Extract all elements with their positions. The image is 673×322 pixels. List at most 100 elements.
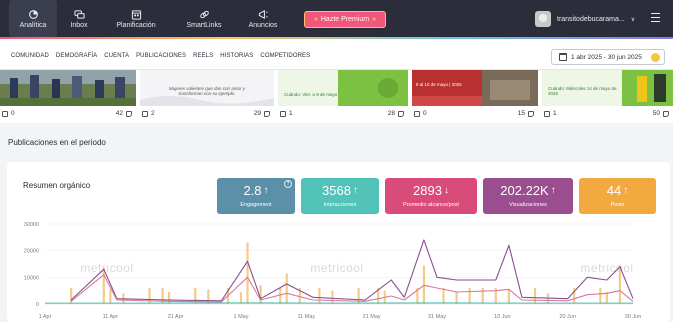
nav-item-inbox[interactable]: Inbox — [58, 0, 100, 37]
nav-label: Inbox — [70, 22, 88, 29]
post-likes: 50 — [652, 110, 660, 117]
post-comments: 1 — [553, 110, 557, 117]
comment-icon — [2, 110, 8, 117]
post-comments: 0 — [11, 110, 15, 117]
x-tick-label: 11 May — [298, 314, 316, 320]
organic-summary-chart: 0 10000 20000 30000 1 Apr 11 Apr 21 Apr 1 May 11… — [24, 222, 642, 320]
section-tabs: COMUNIDAD DEMOGRAFÍA CUENTA PUBLICACIONES RE… — [11, 53, 310, 59]
double-chevron-icon: » — [313, 16, 318, 23]
premium-label: Hazte Premium — [320, 16, 370, 23]
premium-button[interactable]: » Hazte Premium » — [304, 11, 386, 28]
y-tick-label: 30000 — [24, 222, 39, 228]
post-comments: 0 — [423, 110, 427, 117]
post-caption: Cuándo: Vier. a 9 de mayo — [284, 92, 338, 97]
tab-cuenta[interactable]: CUENTA — [104, 53, 129, 59]
chart-bar — [599, 288, 602, 304]
tab-publicaciones[interactable]: PUBLICACIONES — [136, 53, 186, 59]
chart-bar — [507, 289, 510, 304]
comment-icon — [544, 110, 550, 117]
organic-summary-card: Resumen orgánico 2.8 ↑ Engagement ? 3568 ↑… — [7, 162, 670, 322]
analytics-page: Analítica Inbox Planificación SmartLinks… — [0, 0, 673, 322]
double-chevron-icon: » — [372, 16, 377, 23]
post-thumbnail: Cuándo: Miércoles 14 de mayo de 2025 — [542, 70, 673, 106]
tab-demografia[interactable]: DEMOGRAFÍA — [56, 53, 97, 59]
avatar — [535, 11, 551, 27]
calendar-icon — [131, 8, 142, 20]
hamburger-menu-icon[interactable] — [651, 13, 660, 22]
account-switcher[interactable]: transitodebucarama... ∨ — [535, 11, 635, 27]
post-thumbnail — [0, 70, 136, 106]
x-tick-label: 30 Jun — [625, 314, 642, 320]
chevron-down-icon: ∨ — [630, 16, 636, 23]
chart-bar — [109, 289, 112, 304]
chart-bar — [102, 268, 105, 304]
chart-bar — [481, 288, 484, 304]
megaphone-icon — [258, 8, 269, 20]
posts-strip: 0 42 Mujeres valientes que dan con amor … — [0, 70, 673, 123]
like-icon — [663, 110, 669, 117]
post-card[interactable]: Cuándo: Miércoles 14 de mayo de 2025 1 5… — [542, 70, 673, 123]
chart-bar — [239, 292, 243, 304]
x-tick-label: 10 Jun — [494, 314, 511, 320]
nav-item-ads[interactable]: Anuncios — [237, 0, 289, 37]
nav-item-analytics[interactable]: Analítica — [9, 0, 57, 37]
comment-icon — [414, 110, 420, 117]
date-range-label: 1 abr 2025 - 30 jun 2025 — [571, 53, 642, 61]
chart-bar — [468, 288, 471, 304]
chart-bar — [70, 288, 73, 304]
watermark-text: metricool — [310, 261, 363, 275]
watermark-text: metricool — [80, 261, 133, 275]
nav-item-smartlinks[interactable]: SmartLinks — [172, 0, 236, 37]
post-likes: 42 — [115, 110, 123, 117]
date-range-picker[interactable]: 1 abr 2025 - 30 jun 2025 — [551, 49, 665, 65]
account-name: transitodebucarama... — [557, 15, 625, 23]
post-comments: 2 — [151, 110, 155, 117]
analytics-icon — [28, 8, 39, 20]
post-card[interactable]: 8 al 10 de mayo | 2025 0 15 — [412, 70, 538, 123]
tab-comunidad[interactable]: COMUNIDAD — [11, 53, 49, 59]
x-tick-label: 20 Jun — [559, 314, 576, 320]
like-icon — [264, 110, 270, 117]
y-tick-label: 20000 — [24, 249, 39, 255]
like-icon — [398, 110, 404, 117]
tab-competidores[interactable]: COMPETIDORES — [260, 53, 310, 59]
comment-icon — [142, 110, 148, 117]
chart-bar — [246, 242, 249, 304]
post-likes: 15 — [517, 110, 525, 117]
post-caption: Cuándo: Miércoles 14 de mayo de 2025 — [548, 86, 617, 96]
post-thumbnail: 8 al 10 de mayo | 2025 — [412, 70, 538, 106]
nav-label: Planificación — [116, 22, 156, 29]
chart-bar — [533, 288, 537, 304]
x-tick-label: 31 May — [428, 314, 446, 320]
tab-historias[interactable]: HISTORIAS — [220, 53, 253, 59]
chart-bar — [259, 285, 262, 304]
chart-bar — [618, 265, 622, 304]
post-card[interactable]: 0 42 — [0, 70, 136, 123]
post-card[interactable]: Cuándo: Vier. a 9 de mayo 1 28 — [278, 70, 408, 123]
nav-label: Anuncios — [248, 22, 278, 29]
post-likes: 28 — [387, 110, 395, 117]
comment-icon — [280, 110, 286, 117]
chart-bar — [442, 288, 445, 304]
chart-bar — [318, 288, 321, 304]
chart-bar — [168, 292, 171, 304]
section-title: Publicaciones en el periodo — [8, 138, 106, 147]
nav-label: Analítica — [19, 22, 47, 29]
chart-bar — [422, 265, 426, 304]
post-comments: 1 — [289, 110, 293, 117]
inbox-icon — [73, 8, 85, 20]
watermark-text: metricool — [580, 261, 633, 275]
post-thumbnail: Mujeres valientes que dan con amor y tra… — [140, 70, 274, 106]
x-tick-label: 1 May — [234, 314, 249, 320]
tab-reels[interactable]: REELS — [193, 53, 213, 59]
nav-item-planning[interactable]: Planificación — [101, 0, 171, 37]
post-caption: Mujeres valientes que dan con amor y tra… — [168, 86, 246, 96]
post-card[interactable]: Mujeres valientes que dan con amor y tra… — [140, 70, 274, 123]
post-likes: 29 — [253, 110, 261, 117]
post-caption: 8 al 10 de mayo | 2025 — [416, 82, 462, 87]
x-tick-label: 21 May — [363, 314, 381, 320]
calendar-icon — [559, 53, 567, 61]
post-thumbnail: Cuándo: Vier. a 9 de mayo — [278, 70, 408, 106]
chart-bar — [148, 288, 151, 304]
top-navigation: Analítica Inbox Planificación SmartLinks… — [0, 0, 673, 37]
